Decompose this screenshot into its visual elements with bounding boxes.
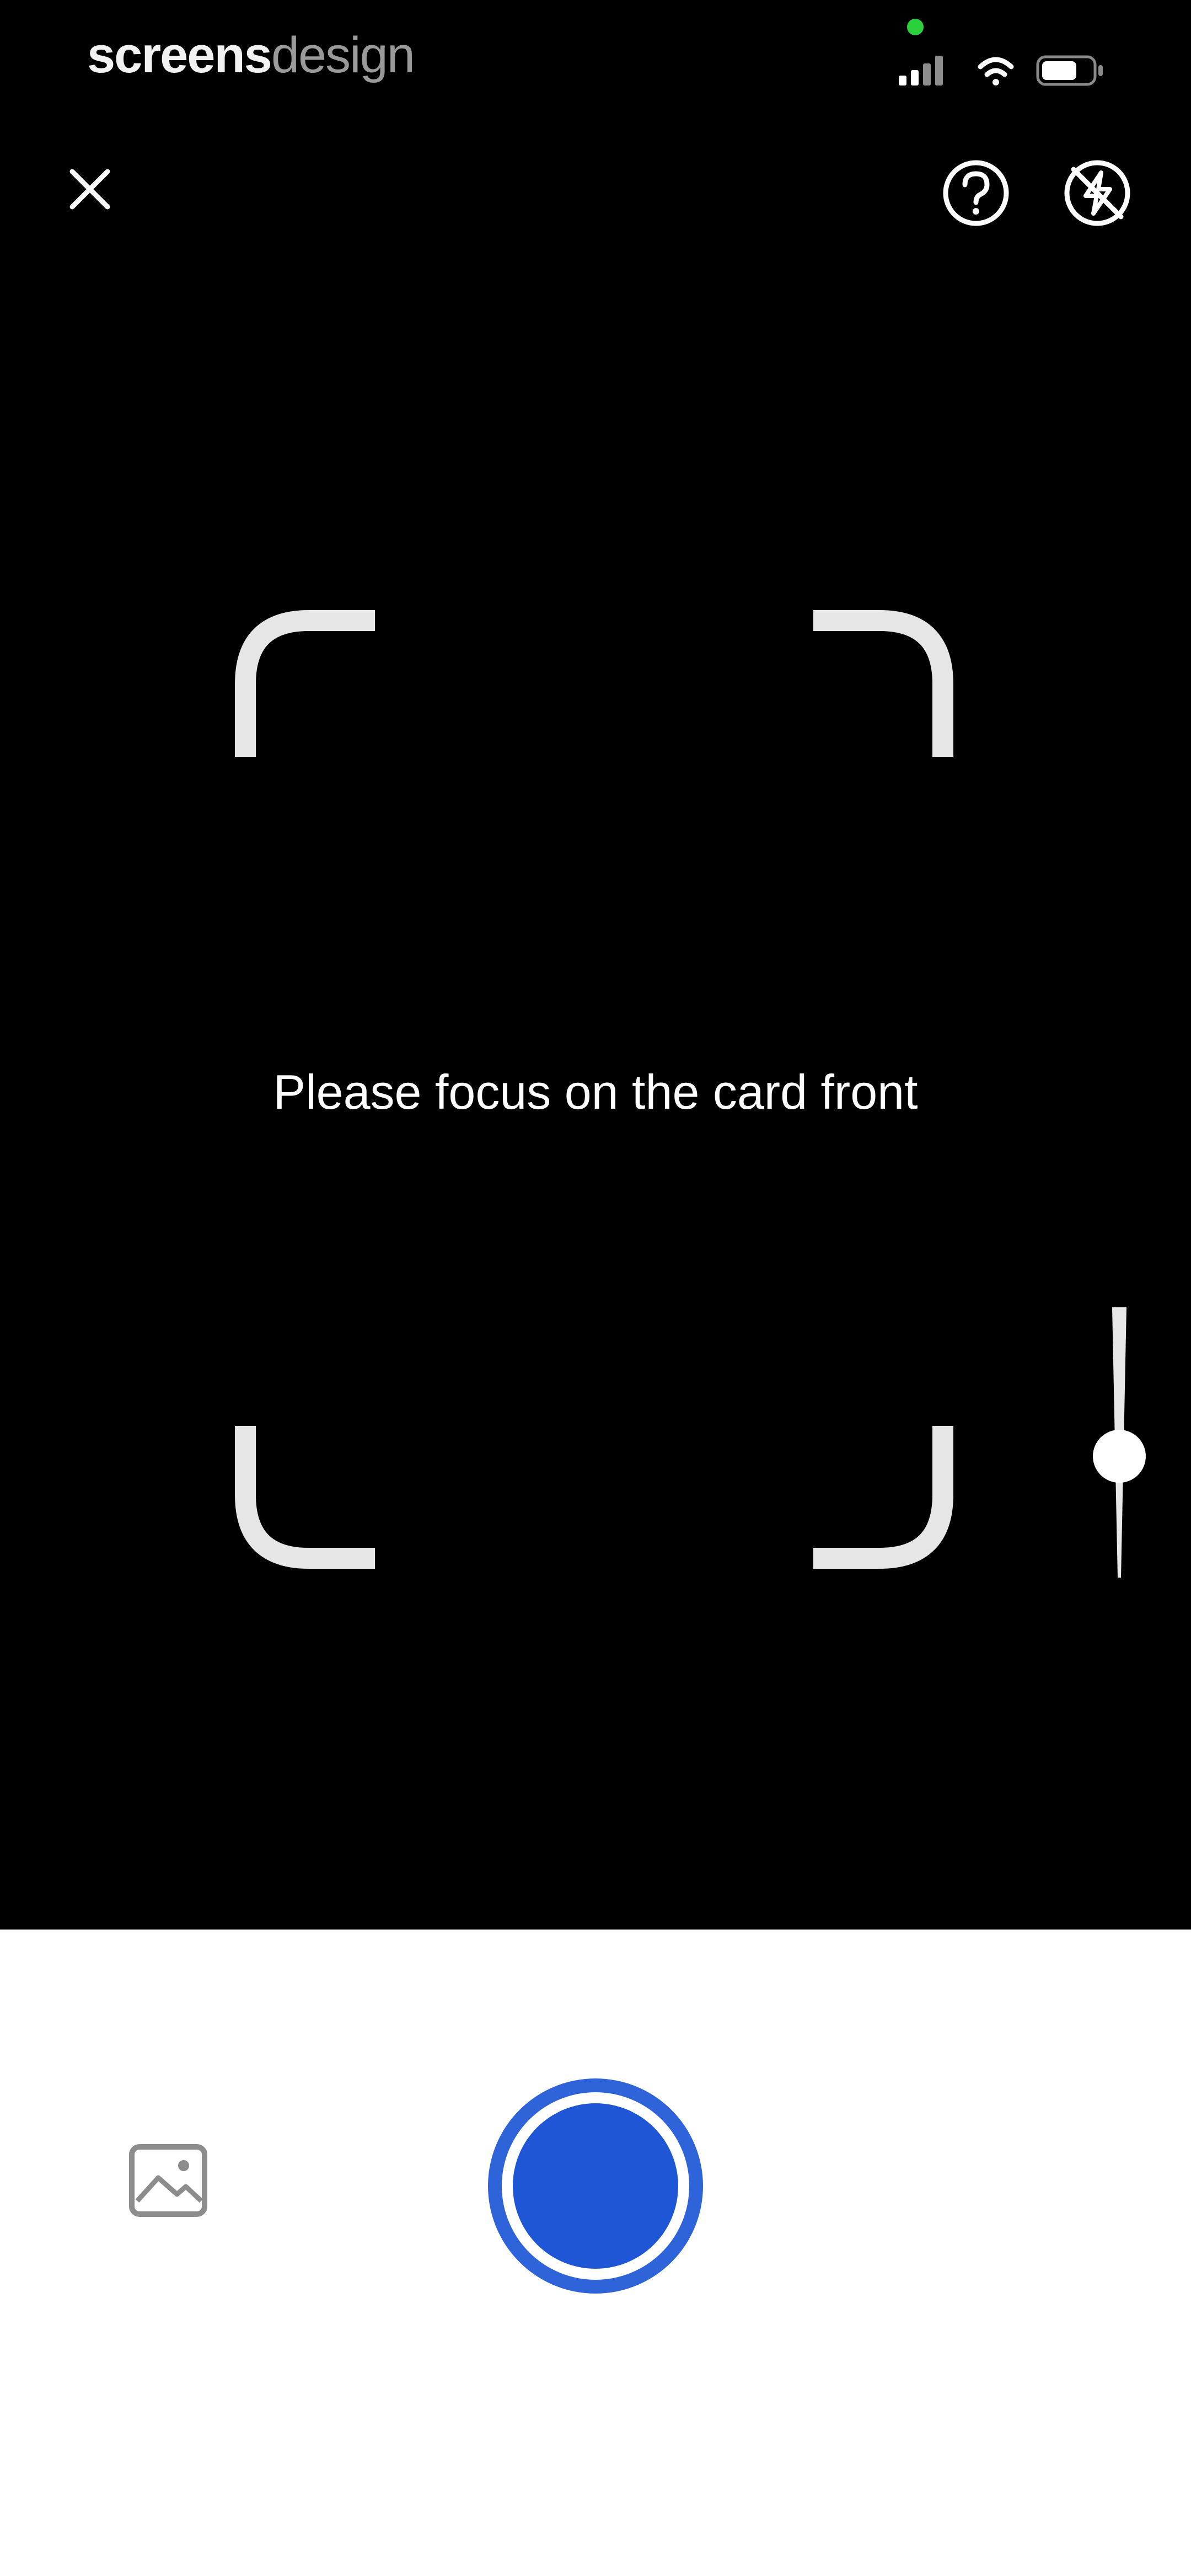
corner-top-right bbox=[813, 610, 953, 757]
capture-panel bbox=[0, 1930, 1191, 2576]
gallery-button[interactable] bbox=[124, 2139, 212, 2222]
card-scan-screen: screensdesign Please focus on the card f… bbox=[0, 0, 1191, 2576]
viewfinder-frame bbox=[235, 610, 953, 1569]
scan-instruction: Please focus on the card front bbox=[273, 1065, 918, 1119]
corner-bottom-right bbox=[813, 1426, 953, 1569]
corner-bottom-left bbox=[235, 1426, 375, 1569]
zoom-slider[interactable] bbox=[1083, 1302, 1155, 1589]
shutter-core bbox=[513, 2103, 678, 2269]
corner-top-left bbox=[235, 610, 375, 757]
zoom-thumb[interactable] bbox=[1093, 1430, 1146, 1483]
gallery-icon bbox=[129, 2144, 207, 2217]
shutter-button[interactable] bbox=[482, 2073, 709, 2299]
